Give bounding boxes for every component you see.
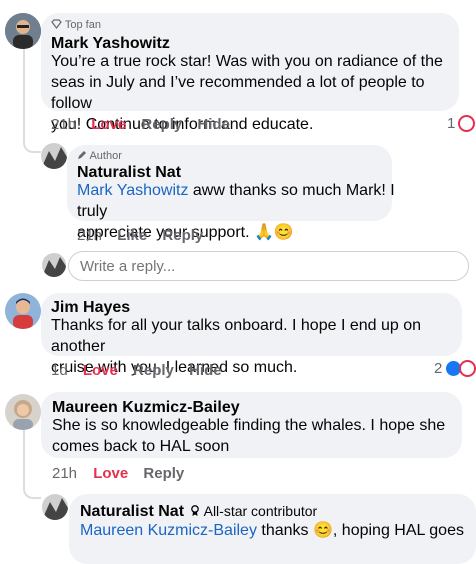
comment-timestamp[interactable]: 21h — [77, 227, 102, 244]
comment-actions: 21h Love Reply Hide — [51, 116, 230, 133]
comment-text: She is so knowledgeable finding the whal… — [52, 417, 446, 455]
reply-button[interactable]: Reply — [133, 362, 174, 379]
avatar[interactable] — [5, 13, 41, 49]
heart-reaction-icon — [458, 115, 476, 132]
user-mention-link[interactable]: Maureen Kuzmicz-Bailey — [80, 522, 257, 539]
heart-reaction-icon — [459, 360, 476, 377]
comment-timestamp[interactable]: 21h — [51, 116, 76, 133]
comment-actions: 1d Love Reply Hide — [51, 362, 222, 379]
reply-input[interactable] — [68, 251, 469, 281]
love-button[interactable]: Love — [91, 116, 126, 133]
reply-button[interactable]: Reply — [141, 116, 182, 133]
comment-text: Maureen Kuzmicz-Bailey thanks 😊, hoping … — [80, 522, 464, 539]
user-mention-link[interactable]: Mark Yashowitz — [77, 182, 188, 199]
current-user-avatar[interactable] — [42, 253, 66, 277]
author-badge: Author — [77, 150, 122, 162]
avatar[interactable] — [5, 394, 41, 430]
reply-button[interactable]: Reply — [143, 465, 184, 482]
reaction-count[interactable]: 1 — [447, 115, 476, 132]
cut-off-text — [60, 0, 260, 3]
hide-button[interactable]: Hide — [197, 116, 230, 133]
comment-actions: 21h Like Reply — [77, 227, 203, 244]
thread-line — [23, 133, 41, 153]
avatar[interactable] — [5, 293, 41, 329]
all-star-badge: All-star contributor — [190, 503, 317, 519]
like-button[interactable]: Like — [117, 227, 147, 244]
thread-line — [23, 419, 41, 499]
avatar[interactable] — [41, 143, 67, 169]
comment-timestamp[interactable]: 1d — [51, 362, 68, 379]
avatar[interactable] — [42, 494, 68, 520]
all-star-badge-icon — [190, 503, 203, 519]
reaction-count[interactable]: 2 — [434, 360, 476, 377]
top-fan-badge: Top fan — [51, 19, 101, 31]
thread-line — [23, 48, 25, 133]
author-pencil-icon — [77, 150, 89, 162]
love-button[interactable]: Love — [83, 362, 118, 379]
comment-timestamp[interactable]: 21h — [52, 465, 77, 482]
hide-button[interactable]: Hide — [189, 362, 222, 379]
comment-actions: 21h Love Reply — [52, 465, 184, 482]
love-button[interactable]: Love — [93, 465, 128, 482]
comment-author[interactable]: Naturalist Nat All-star contributor — [80, 503, 317, 521]
reply-button[interactable]: Reply — [162, 227, 203, 244]
top-fan-badge-icon — [51, 19, 65, 31]
